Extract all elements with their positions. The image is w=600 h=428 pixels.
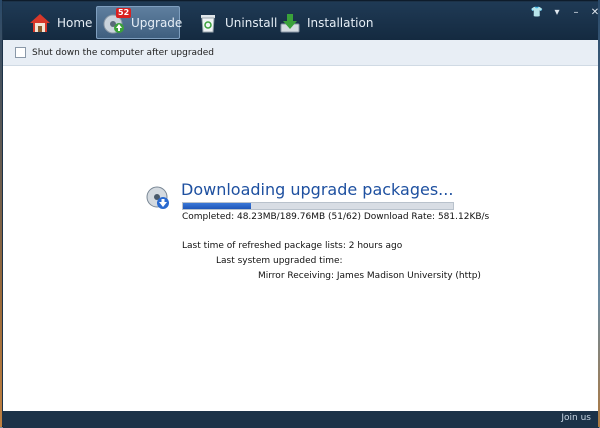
- app-window: Home 52 Upgrade Uninstall Installation 👕…: [0, 0, 600, 428]
- home-icon: [29, 12, 51, 34]
- tab-installation[interactable]: Installation: [273, 6, 373, 39]
- update-count-badge: 52: [116, 7, 132, 18]
- last-upgraded-text: Last system upgraded time:: [216, 256, 343, 266]
- mirror-text: Mirror Receiving: James Madison Universi…: [258, 271, 481, 281]
- shutdown-checkbox[interactable]: [15, 47, 26, 58]
- last-refresh-text: Last time of refreshed package lists: 2 …: [182, 241, 403, 251]
- tab-upgrade-label: Upgrade: [131, 15, 183, 30]
- upgrade-status-panel: Downloading upgrade packages... Complete…: [3, 66, 599, 411]
- title-bar: Home 52 Upgrade Uninstall Installation 👕…: [3, 2, 599, 40]
- tab-uninstall-label: Uninstall: [225, 15, 278, 30]
- tab-uninstall[interactable]: Uninstall: [191, 6, 277, 39]
- download-progress-bar: [182, 202, 454, 210]
- tab-upgrade[interactable]: 52 Upgrade: [96, 6, 183, 39]
- tab-installation-label: Installation: [307, 15, 374, 30]
- menu-dropdown-icon[interactable]: ▾: [550, 7, 564, 19]
- options-bar: Shut down the computer after upgraded: [3, 40, 599, 66]
- download-disc-icon: [146, 186, 170, 210]
- download-heading: Downloading upgrade packages...: [181, 180, 454, 199]
- shutdown-label: Shut down the computer after upgraded: [32, 47, 215, 58]
- tab-home-label: Home: [57, 15, 93, 30]
- progress-fill: [183, 203, 251, 209]
- desktop-edge-left: [0, 0, 2, 427]
- join-us-link[interactable]: Join us: [561, 413, 591, 423]
- completed-stats: Completed: 48.23MB/189.76MB (51/62) Down…: [182, 212, 490, 222]
- tab-home[interactable]: Home: [23, 6, 92, 39]
- skin-shirt-icon[interactable]: 👕: [530, 7, 544, 19]
- install-download-icon: [279, 12, 301, 34]
- trash-icon: [197, 12, 219, 34]
- minimize-icon[interactable]: –: [569, 7, 583, 19]
- upgrade-disc-icon: 52: [103, 7, 132, 34]
- footer-bar: Join us: [3, 411, 599, 428]
